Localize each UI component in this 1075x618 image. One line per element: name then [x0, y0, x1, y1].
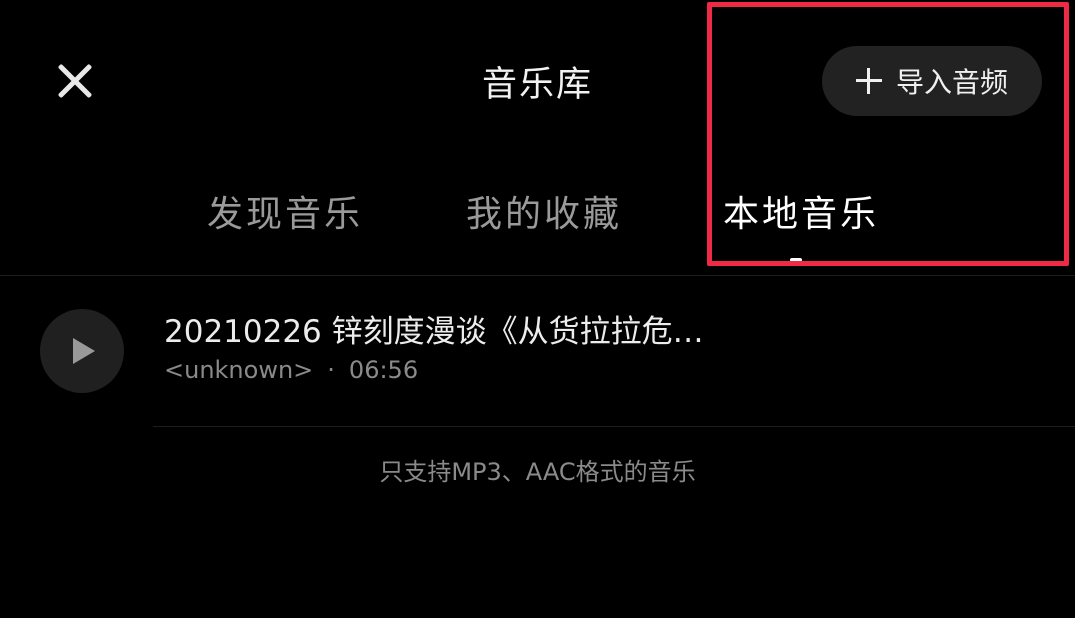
tab-discover-music[interactable]: 发现音乐	[207, 185, 363, 237]
play-icon	[73, 338, 95, 364]
track-duration: 06:56	[348, 356, 419, 384]
format-support-note: 只支持MP3、AAC格式的音乐	[379, 458, 696, 486]
divider	[153, 426, 1075, 427]
track-row[interactable]: 20210226 锌刻度漫谈《从货拉拉危… <unknown> · 06:56	[0, 276, 1075, 426]
track-artist: <unknown>	[164, 356, 314, 384]
meta-separator: ·	[327, 356, 335, 384]
play-button[interactable]	[40, 309, 124, 393]
tab-my-favorites[interactable]: 我的收藏	[466, 185, 622, 237]
track-meta: <unknown> · 06:56	[164, 356, 418, 384]
track-title: 20210226 锌刻度漫谈《从货拉拉危…	[164, 314, 704, 350]
highlight-box	[707, 2, 1069, 266]
